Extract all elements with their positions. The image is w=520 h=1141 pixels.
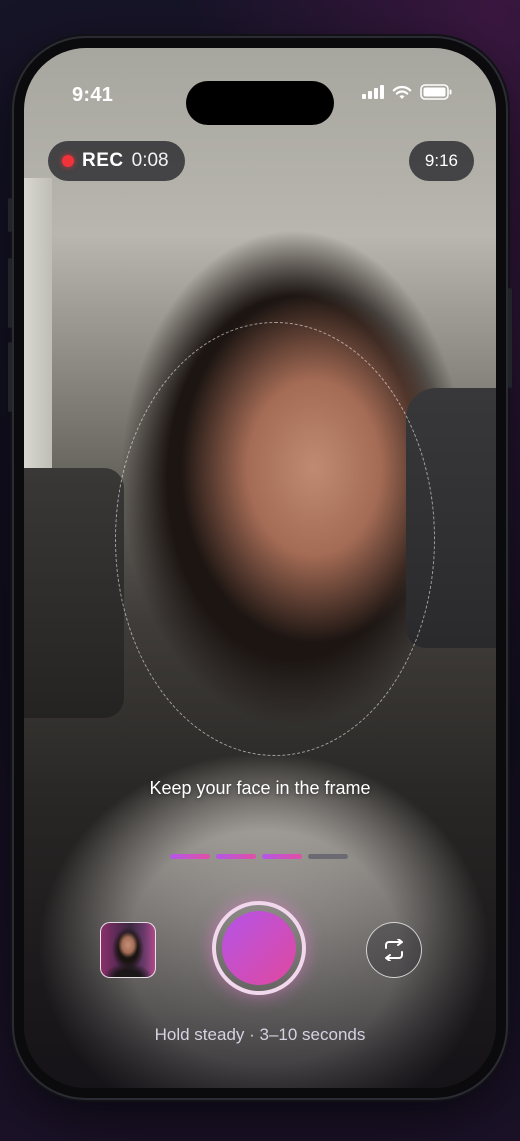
- status-time: 9:41: [72, 84, 114, 106]
- progress-segment-3: [262, 854, 302, 859]
- record-shutter-button[interactable]: [212, 901, 306, 995]
- action-button: [8, 198, 12, 232]
- background-shelf: [24, 178, 52, 478]
- aspect-ratio-button[interactable]: 9:16: [408, 141, 474, 181]
- shutter-core: [222, 911, 296, 985]
- rec-label: REC: [82, 150, 124, 171]
- recording-dot-icon: [62, 155, 74, 167]
- battery-icon: [420, 84, 452, 100]
- recording-instruction: Hold steady · 3–10 seconds: [154, 1025, 366, 1044]
- wifi-icon: [392, 85, 412, 99]
- gallery-thumbnail[interactable]: [100, 922, 156, 978]
- rec-elapsed-time: 0:08: [131, 150, 169, 171]
- volume-up-button: [8, 258, 12, 328]
- progress-segment-2: [216, 854, 256, 859]
- recording-indicator: REC 0:08: [48, 141, 185, 181]
- flip-camera-button[interactable]: [366, 922, 422, 978]
- power-button: [508, 288, 512, 388]
- background-sofa-left: [24, 468, 124, 718]
- progress-segment-4: [308, 854, 348, 859]
- face-guide-oval: [115, 322, 435, 756]
- camera-viewfinder: 9:41 REC 0:08 9:16 Keep your face in the…: [24, 48, 496, 1088]
- signal-icon: [362, 85, 384, 99]
- status-icons: [362, 84, 452, 100]
- face-frame-hint: Keep your face in the frame: [149, 778, 371, 798]
- volume-down-button: [8, 342, 12, 412]
- dynamic-island: [186, 81, 334, 125]
- phone-frame: 9:41 REC 0:08 9:16 Keep your face in the…: [8, 38, 512, 1098]
- progress-segment-1: [170, 854, 210, 859]
- recording-progress: [170, 854, 348, 859]
- status-bar: 9:41: [24, 70, 496, 125]
- flip-camera-icon: [385, 939, 403, 961]
